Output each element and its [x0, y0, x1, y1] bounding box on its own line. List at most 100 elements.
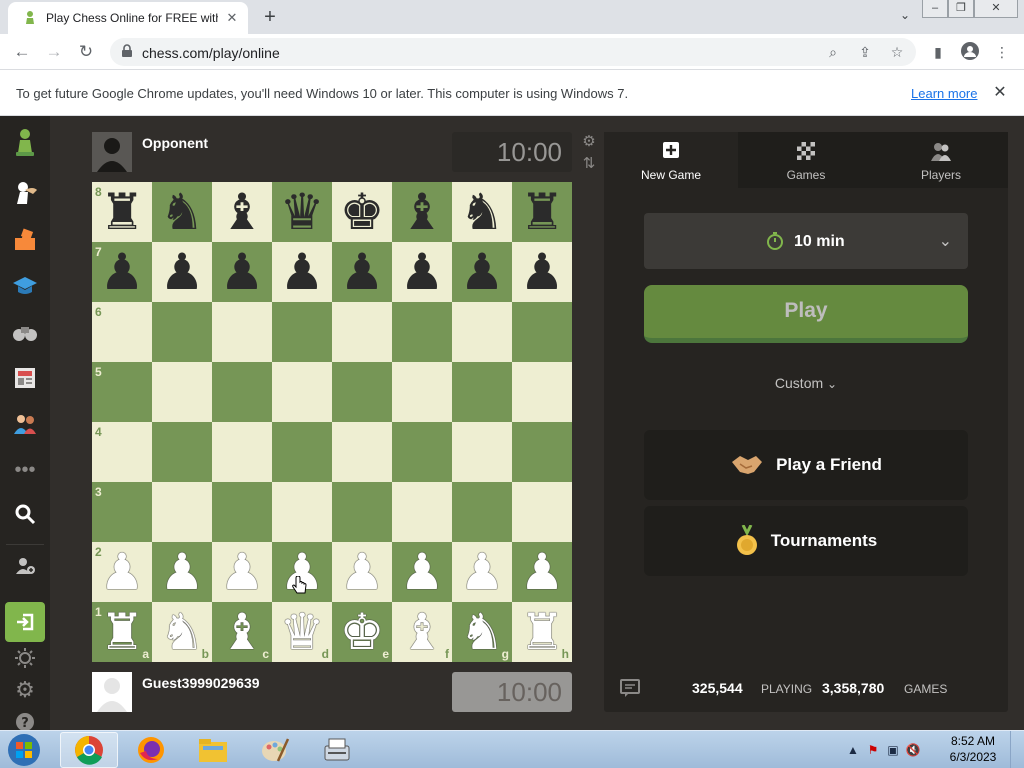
play-hand-icon[interactable]: [9, 176, 41, 208]
white-pawn-piece[interactable]: ♟: [512, 542, 572, 602]
more-dots-icon[interactable]: •••: [9, 454, 41, 486]
window-close-button[interactable]: ✕: [974, 0, 1018, 18]
time-control-dropdown[interactable]: 10 min ⌄: [644, 213, 968, 269]
square-b3[interactable]: [152, 482, 212, 542]
taskbar-firefox-icon[interactable]: [122, 732, 180, 768]
black-rook-piece[interactable]: ♜: [92, 182, 152, 242]
square-e5[interactable]: [332, 362, 392, 422]
restore-button[interactable]: ❐: [948, 0, 974, 18]
play-a-friend-button[interactable]: Play a Friend: [644, 430, 968, 500]
board-settings-gear-icon[interactable]: ⚙: [580, 133, 598, 151]
square-h1[interactable]: h ♜: [512, 602, 572, 662]
back-arrow-icon[interactable]: ←: [10, 40, 34, 64]
square-f3[interactable]: [392, 482, 452, 542]
white-knight-piece[interactable]: ♞: [152, 602, 212, 662]
show-desktop-button[interactable]: [1010, 731, 1024, 768]
square-g7[interactable]: ♟: [452, 242, 512, 302]
black-pawn-piece[interactable]: ♟: [332, 242, 392, 302]
tab-close-icon[interactable]: ✕: [224, 10, 240, 26]
sign-up-user-plus-icon[interactable]: [9, 550, 41, 582]
black-bishop-piece[interactable]: ♝: [212, 182, 272, 242]
tab-games[interactable]: Games: [739, 132, 873, 188]
square-h4[interactable]: [512, 422, 572, 482]
settings-gear-icon[interactable]: ⚙: [9, 674, 41, 706]
windows-start-button[interactable]: [2, 732, 46, 768]
square-d4[interactable]: [272, 422, 332, 482]
square-d8[interactable]: ♛: [272, 182, 332, 242]
learn-more-link[interactable]: Learn more: [911, 86, 977, 101]
black-rook-piece[interactable]: ♜: [512, 182, 572, 242]
black-pawn-piece[interactable]: ♟: [392, 242, 452, 302]
square-e8[interactable]: ♚: [332, 182, 392, 242]
white-pawn-piece[interactable]: ♟: [152, 542, 212, 602]
news-icon[interactable]: [9, 362, 41, 394]
social-people-icon[interactable]: [9, 408, 41, 440]
watch-binoculars-icon[interactable]: [9, 316, 41, 348]
square-c5[interactable]: [212, 362, 272, 422]
play-button[interactable]: Play: [644, 285, 968, 343]
white-bishop-piece[interactable]: ♝: [392, 602, 452, 662]
square-f4[interactable]: [392, 422, 452, 482]
black-pawn-piece[interactable]: ♟: [92, 242, 152, 302]
custom-time-link[interactable]: Custom ⌄: [604, 375, 1008, 391]
square-b7[interactable]: ♟: [152, 242, 212, 302]
square-c4[interactable]: [212, 422, 272, 482]
square-h6[interactable]: [512, 302, 572, 362]
square-c7[interactable]: ♟: [212, 242, 272, 302]
square-a4[interactable]: 4: [92, 422, 152, 482]
white-pawn-piece[interactable]: ♟: [332, 542, 392, 602]
square-f1[interactable]: f ♝: [392, 602, 452, 662]
square-b1[interactable]: b ♞: [152, 602, 212, 662]
white-rook-piece[interactable]: ♜: [512, 602, 572, 662]
square-b8[interactable]: ♞: [152, 182, 212, 242]
white-king-piece[interactable]: ♚: [332, 602, 392, 662]
square-b2[interactable]: ♟: [152, 542, 212, 602]
browser-tab[interactable]: Play Chess Online for FREE with F ✕: [8, 2, 248, 34]
share-icon[interactable]: ⇪: [856, 43, 874, 61]
chat-bubble-icon[interactable]: [620, 678, 640, 698]
square-g6[interactable]: [452, 302, 512, 362]
minimize-button[interactable]: –: [922, 0, 948, 18]
tray-expand-icon[interactable]: ▲: [844, 741, 862, 759]
zoom-search-icon[interactable]: ⌕: [824, 43, 842, 61]
white-rook-piece[interactable]: ♜: [92, 602, 152, 662]
network-icon[interactable]: ▣: [884, 741, 902, 759]
square-a1[interactable]: 1 a ♜: [92, 602, 152, 662]
square-c8[interactable]: ♝: [212, 182, 272, 242]
black-pawn-piece[interactable]: ♟: [212, 242, 272, 302]
light-mode-sun-icon[interactable]: [9, 642, 41, 674]
square-a3[interactable]: 3: [92, 482, 152, 542]
black-pawn-piece[interactable]: ♟: [152, 242, 212, 302]
square-f5[interactable]: [392, 362, 452, 422]
black-knight-piece[interactable]: ♞: [452, 182, 512, 242]
white-pawn-piece[interactable]: ♟: [212, 542, 272, 602]
square-b5[interactable]: [152, 362, 212, 422]
square-g1[interactable]: g ♞: [452, 602, 512, 662]
action-center-flag-icon[interactable]: ⚑: [864, 741, 882, 759]
square-f6[interactable]: [392, 302, 452, 362]
flip-board-icon[interactable]: ⇅: [580, 155, 598, 173]
tab-search-icon[interactable]: ⌄: [896, 8, 914, 26]
square-g3[interactable]: [452, 482, 512, 542]
side-panel-icon[interactable]: ▮: [928, 42, 948, 62]
square-d3[interactable]: [272, 482, 332, 542]
chrome-menu-icon[interactable]: ⋮: [992, 42, 1012, 62]
address-bar[interactable]: chess.com/play/online ⌕ ⇪ ☆: [110, 38, 916, 66]
square-c2[interactable]: ♟: [212, 542, 272, 602]
puzzle-piece-icon[interactable]: [9, 224, 41, 256]
black-king-piece[interactable]: ♚: [332, 182, 392, 242]
square-f7[interactable]: ♟: [392, 242, 452, 302]
taskbar-time[interactable]: 8:52 AM: [948, 734, 998, 748]
search-icon[interactable]: [9, 498, 41, 530]
square-g2[interactable]: ♟: [452, 542, 512, 602]
square-g5[interactable]: [452, 362, 512, 422]
bookmark-star-icon[interactable]: ☆: [888, 43, 906, 61]
taskbar-scanner-icon[interactable]: [308, 732, 366, 768]
black-queen-piece[interactable]: ♛: [272, 182, 332, 242]
black-knight-piece[interactable]: ♞: [152, 182, 212, 242]
square-e6[interactable]: [332, 302, 392, 362]
white-knight-piece[interactable]: ♞: [452, 602, 512, 662]
chess-board[interactable]: 8 ♜ ♞ ♝ ♛ ♚ ♝ ♞ ♜ 7 ♟ ♟ ♟ ♟ ♟ ♟ ♟ ♟ 6 5 4 3 2 ♟ ♟ ♟ ♟ ♟ ♟ ♟ ♟ 1 a ♜ b ♞ c ♝ d ♛…: [92, 182, 572, 662]
square-h8[interactable]: ♜: [512, 182, 572, 242]
volume-muted-icon[interactable]: 🔇: [904, 741, 922, 759]
